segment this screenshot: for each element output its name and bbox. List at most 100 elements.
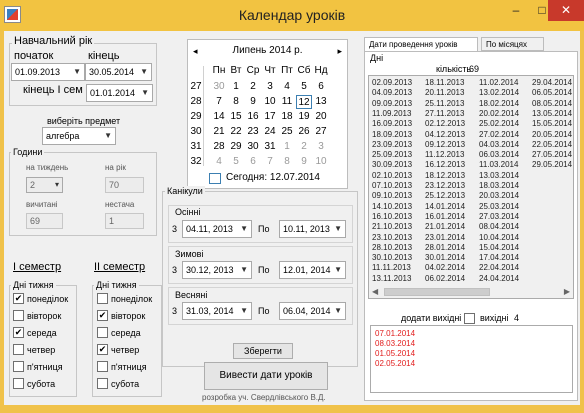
calendar-week-number: 32: [190, 156, 202, 167]
calendar-day[interactable]: 3: [313, 140, 329, 154]
winter-from-picker[interactable]: 30.12, 2013 ▼: [182, 261, 252, 279]
end-date-value: 30.05.2014: [89, 67, 135, 77]
calendar-day[interactable]: 25: [279, 125, 295, 139]
calendar-day[interactable]: 19: [296, 110, 312, 124]
calendar-day[interactable]: 12: [296, 95, 312, 109]
autumn-to-picker[interactable]: 10.11, 2013 ▼: [279, 220, 346, 238]
sem1-day-checkbox[interactable]: [13, 378, 24, 389]
calendar-day[interactable]: 7: [262, 155, 278, 169]
per-week-value: 2: [30, 180, 36, 190]
calendar-day[interactable]: 10: [313, 155, 329, 169]
per-week-select[interactable]: 2 ▾: [26, 177, 63, 193]
sem2-day-checkbox[interactable]: ✔: [97, 310, 108, 321]
calendar-day[interactable]: 24: [262, 125, 278, 139]
calendar-day[interactable]: 9: [245, 95, 261, 109]
sem1-day-checkbox[interactable]: [13, 344, 24, 355]
per-year-field[interactable]: 70: [105, 177, 144, 193]
spring-to-picker[interactable]: 06.04, 2014 ▼: [279, 302, 346, 320]
calendar-day[interactable]: 11: [279, 95, 295, 109]
app-window: Календар уроків – □ ✕ Навчальний рік поч…: [0, 0, 584, 413]
calendar-day[interactable]: 3: [262, 80, 278, 94]
calendar-day[interactable]: 14: [211, 110, 227, 124]
calendar-day[interactable]: 9: [296, 155, 312, 169]
calendar-day[interactable]: 21: [211, 125, 227, 139]
calendar-day[interactable]: 28: [211, 140, 227, 154]
start-date-picker[interactable]: 01.09.2013 ▼: [11, 63, 85, 81]
calendar-month-title[interactable]: Липень 2014 р.: [188, 45, 347, 56]
subject-select[interactable]: алгебра ▼: [42, 127, 116, 145]
calendar-day[interactable]: 20: [313, 110, 329, 124]
lesson-date: 17.04.2014: [479, 253, 520, 263]
holidays-checkbox[interactable]: [464, 313, 475, 324]
calendar-day[interactable]: 22: [228, 125, 244, 139]
calendar-day[interactable]: 5: [296, 80, 312, 94]
winter-to-picker[interactable]: 12.01, 2014 ▼: [279, 261, 346, 279]
calendar-day[interactable]: 29: [228, 140, 244, 154]
autumn-from-picker[interactable]: 04.11, 2013 ▼: [182, 220, 252, 238]
sem2-day-checkbox[interactable]: [97, 378, 108, 389]
calendar-day[interactable]: 31: [262, 140, 278, 154]
calendar-dow-label: Нд: [314, 65, 328, 76]
sem2-days-caption: Дні тижня: [94, 280, 139, 290]
tab-lesson-dates[interactable]: Дати проведення уроків: [364, 37, 478, 52]
calendar-day[interactable]: 30: [245, 140, 261, 154]
calendar-day[interactable]: 6: [313, 80, 329, 94]
calendar-next-button[interactable]: ▸: [337, 46, 342, 57]
calendar-day[interactable]: 2: [245, 80, 261, 94]
sem2-day-label: п'ятниця: [111, 362, 147, 372]
calendar-day[interactable]: 17: [262, 110, 278, 124]
lesson-date: 22.05.2014: [532, 139, 573, 149]
today-link[interactable]: Сегодня: 12.07.2014: [226, 172, 320, 183]
lesson-date: 02.09.2013: [372, 78, 413, 87]
sem1-day-label: субота: [27, 379, 56, 389]
chevron-down-icon: ▼: [334, 306, 342, 315]
sem1-day-checkbox[interactable]: [13, 310, 24, 321]
calendar-day[interactable]: 6: [245, 155, 261, 169]
calendar-day[interactable]: 4: [211, 155, 227, 169]
calendar-day[interactable]: 8: [228, 95, 244, 109]
minimize-button[interactable]: –: [503, 0, 529, 21]
sem-end-date-picker[interactable]: 01.01.2014 ▼: [86, 84, 153, 102]
sem2-day-checkbox[interactable]: ✔: [97, 344, 108, 355]
calendar-day[interactable]: 15: [228, 110, 244, 124]
add-holidays-label: додати вихідні: [401, 313, 462, 323]
sem2-day-checkbox[interactable]: [97, 361, 108, 372]
sem2-day-checkbox[interactable]: [97, 293, 108, 304]
dates-list[interactable]: 02.09.2013 18.11.2013 11.02.2014 29.04.2014…: [368, 75, 574, 299]
sem1-day-checkbox[interactable]: ✔: [13, 327, 24, 338]
calendar-day[interactable]: 4: [279, 80, 295, 94]
calendar-day[interactable]: 13: [313, 95, 329, 109]
calendar-day[interactable]: 1: [228, 80, 244, 94]
scroll-left-icon[interactable]: ◀: [372, 287, 378, 296]
spring-from-picker[interactable]: 31.03, 2014 ▼: [182, 302, 252, 320]
scrollbar-thumb[interactable]: [384, 288, 490, 296]
calendar-day[interactable]: 26: [296, 125, 312, 139]
close-button[interactable]: ✕: [548, 0, 584, 21]
calendar-day[interactable]: 2: [296, 140, 312, 154]
tab-by-month[interactable]: По місяцях: [481, 37, 544, 51]
calendar-day[interactable]: 30: [211, 80, 227, 94]
shortage-field[interactable]: 1: [105, 213, 144, 229]
taught-field[interactable]: 69: [26, 213, 63, 229]
calendar-day[interactable]: 10: [262, 95, 278, 109]
end-date-picker[interactable]: 30.05.2014 ▼: [85, 63, 152, 81]
sem1-day-checkbox[interactable]: [13, 361, 24, 372]
month-calendar[interactable]: ◂ Липень 2014 р. ▸ Пн Вт Ср Чт Пт Сб Нд 27 30 1 2 3…: [187, 39, 348, 189]
output-dates-button[interactable]: Вивести дати уроків: [204, 362, 328, 390]
calendar-day[interactable]: 23: [245, 125, 261, 139]
calendar-day[interactable]: 5: [228, 155, 244, 169]
holidays-list[interactable]: 07.01.2014 08.03.2014 01.05.2014 02.05.2014: [370, 325, 573, 393]
calendar-day[interactable]: 8: [279, 155, 295, 169]
autumn-title: Осінні: [175, 207, 201, 217]
sem2-day-checkbox[interactable]: [97, 327, 108, 338]
calendar-day[interactable]: 27: [313, 125, 329, 139]
sem1-day-checkbox[interactable]: ✔: [13, 293, 24, 304]
calendar-day[interactable]: 1: [279, 140, 295, 154]
save-button[interactable]: Зберегти: [233, 343, 293, 359]
calendar-day[interactable]: 7: [211, 95, 227, 109]
horizontal-scrollbar[interactable]: ◀ ▶: [370, 286, 572, 298]
scroll-right-icon[interactable]: ▶: [564, 287, 570, 296]
calendar-day[interactable]: 16: [245, 110, 261, 124]
lesson-date: 06.05.2014: [532, 88, 573, 98]
calendar-day[interactable]: 18: [279, 110, 295, 124]
